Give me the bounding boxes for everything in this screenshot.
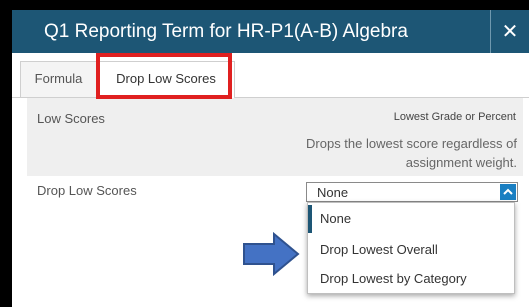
tab-strip: Formula Drop Low Scores [12, 53, 529, 98]
option-drop-lowest-by-category[interactable]: Drop Lowest by Category [308, 265, 514, 293]
tab-formula[interactable]: Formula [20, 61, 97, 97]
lowest-grade-label: Lowest Grade or Percent [393, 111, 516, 123]
chevron-up-icon[interactable] [500, 184, 516, 200]
dropdown-list: None Drop Lowest Overall Drop Lowest by … [307, 202, 515, 294]
low-scores-heading: Low Scores [37, 111, 105, 126]
dialog-titlebar: Q1 Reporting Term for HR-P1(A-B) Algebra… [12, 10, 529, 53]
close-icon: ✕ [501, 21, 519, 43]
drop-low-scores-select[interactable]: None [306, 182, 518, 202]
select-value: None [317, 185, 349, 200]
drop-low-scores-label: Drop Low Scores [37, 183, 137, 198]
close-button[interactable]: ✕ [490, 10, 529, 53]
option-none[interactable]: None [308, 205, 514, 233]
dialog: Q1 Reporting Term for HR-P1(A-B) Algebra… [12, 10, 529, 307]
red-highlight-box [96, 53, 232, 99]
chevron-up-glyph [503, 188, 513, 195]
drops-description: Drops the lowest score regardless of ass… [306, 136, 517, 170]
option-drop-lowest-overall[interactable]: Drop Lowest Overall [308, 236, 514, 264]
blue-arrow-icon [243, 232, 300, 276]
dialog-title: Q1 Reporting Term for HR-P1(A-B) Algebra [44, 21, 408, 42]
